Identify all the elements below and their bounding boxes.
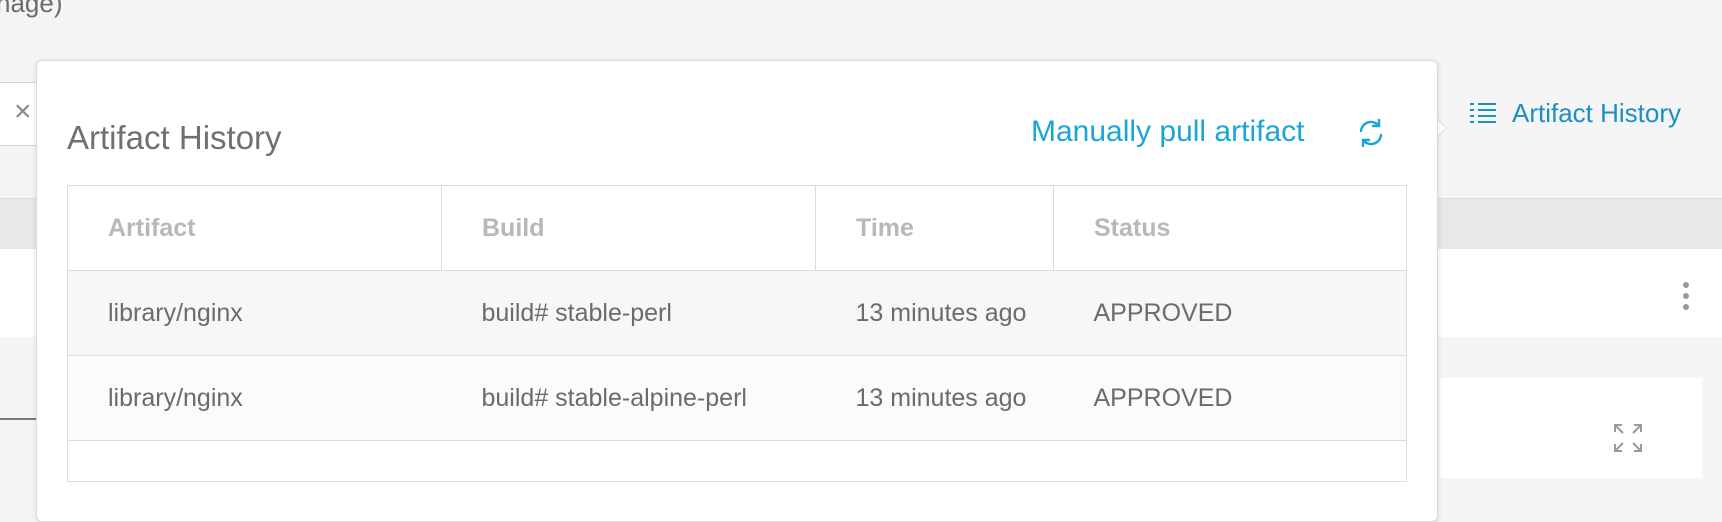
column-header-artifact[interactable]: Artifact [67,185,442,271]
cell-build: build# stable-perl [441,270,816,356]
artifact-history-table: Artifact Build Time Status library/nginx… [67,185,1407,482]
cell-status: APPROVED [1053,270,1407,356]
refresh-icon[interactable] [1355,117,1387,149]
background-card [1440,378,1702,478]
background-page-text: nage) [0,0,63,18]
cell-build: build# stable-alpine-perl [441,355,816,441]
artifact-history-link-label: Artifact History [1512,97,1682,128]
table-row[interactable]: library/nginx build# stable-perl 13 minu… [67,270,1407,356]
more-options-icon[interactable] [1682,282,1690,316]
cell-build [441,440,816,482]
table-header-row: Artifact Build Time Status [67,185,1407,271]
cell-artifact [67,440,442,482]
artifact-history-link[interactable]: Artifact History [1470,96,1681,130]
expand-icon[interactable] [1612,422,1644,454]
column-header-build[interactable]: Build [441,185,816,271]
cell-artifact: library/nginx [67,355,442,441]
list-icon [1470,103,1496,123]
cell-time: 13 minutes ago [815,355,1054,441]
table-row[interactable]: library/nginx build# stable-alpine-perl … [67,355,1407,441]
column-header-status[interactable]: Status [1053,185,1407,271]
column-header-time[interactable]: Time [815,185,1054,271]
cell-time [815,440,1054,482]
manually-pull-artifact-button[interactable]: Manually pull artifact [1031,115,1304,149]
table-row[interactable] [67,440,1407,482]
artifact-history-popover: Artifact History Manually pull artifact … [36,60,1438,522]
cell-status [1053,440,1407,482]
clear-icon[interactable]: × [14,97,32,127]
popover-title: Artifact History [67,119,282,156]
cell-time: 13 minutes ago [815,270,1054,356]
cell-status: APPROVED [1053,355,1407,441]
cell-artifact: library/nginx [67,270,442,356]
background-divider [0,418,40,420]
